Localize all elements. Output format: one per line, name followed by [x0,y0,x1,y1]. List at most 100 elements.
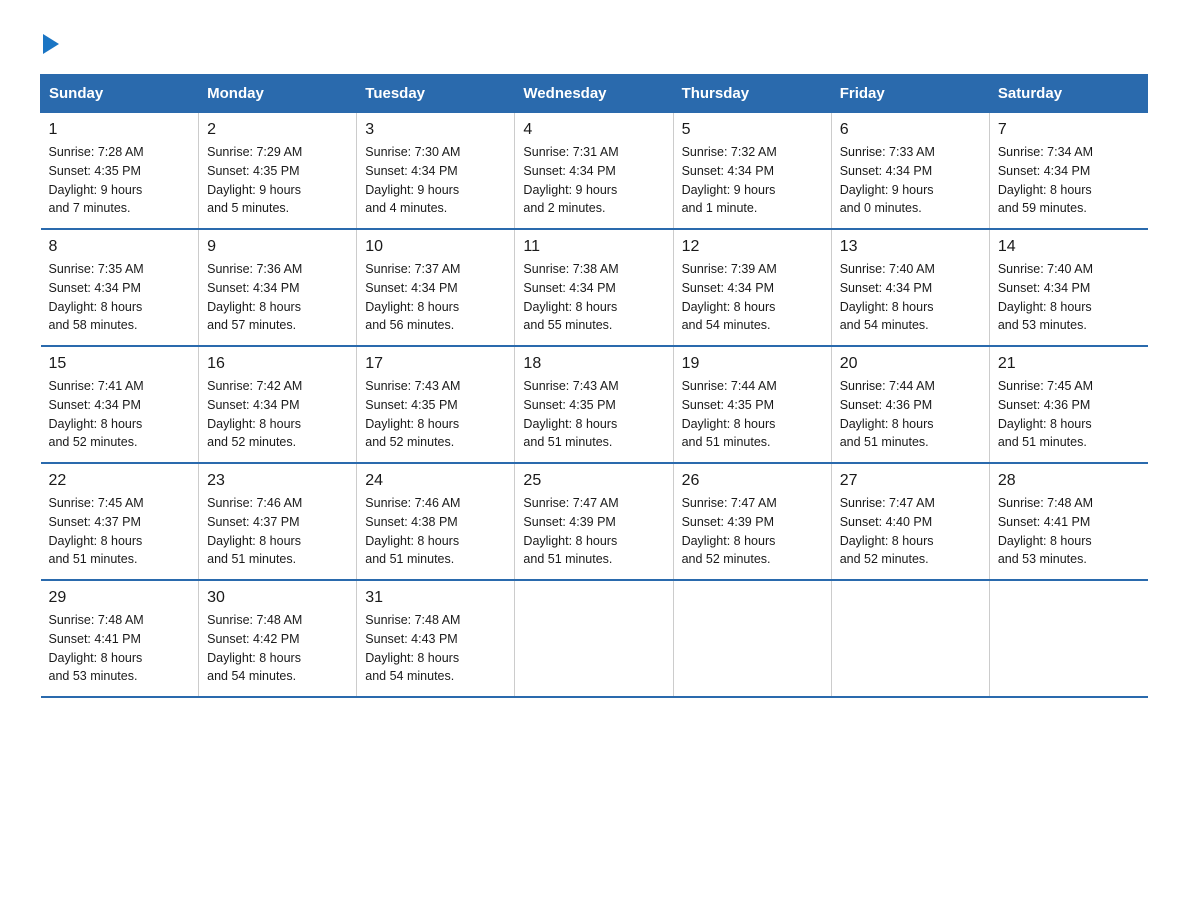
calendar-cell: 24 Sunrise: 7:46 AMSunset: 4:38 PMDayligh… [357,463,515,580]
calendar-cell: 11Sunrise: 7:38 AMSunset: 4:34 PMDayligh… [515,229,673,346]
day-info: Sunrise: 7:48 AMSunset: 4:41 PMDaylight:… [49,611,191,686]
calendar-cell: 2 Sunrise: 7:29 AMSunset: 4:35 PMDaylight… [199,113,357,230]
day-info: Sunrise: 7:48 AMSunset: 4:41 PMDaylight:… [998,494,1140,569]
day-number: 3 [365,121,506,139]
calendar-cell [831,580,989,697]
calendar-week-row: 1 Sunrise: 7:28 AMSunset: 4:35 PMDaylight… [41,113,1148,230]
calendar-header-thursday: Thursday [673,75,831,113]
calendar-cell: 18Sunrise: 7:43 AMSunset: 4:35 PMDayligh… [515,346,673,463]
calendar-cell: 17 Sunrise: 7:43 AMSunset: 4:35 PMDayligh… [357,346,515,463]
calendar-cell: 28 Sunrise: 7:48 AMSunset: 4:41 PMDayligh… [989,463,1147,580]
day-info: Sunrise: 7:40 AMSunset: 4:34 PMDaylight:… [840,260,981,335]
day-info: Sunrise: 7:46 AMSunset: 4:38 PMDaylight:… [365,494,506,569]
calendar-cell: 30 Sunrise: 7:48 AMSunset: 4:42 PMDayligh… [199,580,357,697]
calendar-header-tuesday: Tuesday [357,75,515,113]
day-number: 25 [523,472,664,490]
day-number: 13 [840,238,981,256]
day-info: Sunrise: 7:46 AMSunset: 4:37 PMDaylight:… [207,494,348,569]
day-number: 30 [207,589,348,607]
day-number: 11 [523,238,664,256]
day-number: 1 [49,121,191,139]
calendar-cell: 14 Sunrise: 7:40 AMSunset: 4:34 PMDayligh… [989,229,1147,346]
day-number: 8 [49,238,191,256]
day-number: 23 [207,472,348,490]
day-info: Sunrise: 7:45 AMSunset: 4:37 PMDaylight:… [49,494,191,569]
day-number: 20 [840,355,981,373]
day-info: Sunrise: 7:44 AMSunset: 4:35 PMDaylight:… [682,377,823,452]
day-number: 12 [682,238,823,256]
calendar-cell: 7 Sunrise: 7:34 AMSunset: 4:34 PMDaylight… [989,113,1147,230]
calendar-week-row: 29 Sunrise: 7:48 AMSunset: 4:41 PMDayligh… [41,580,1148,697]
day-number: 19 [682,355,823,373]
calendar-week-row: 15 Sunrise: 7:41 AMSunset: 4:34 PMDayligh… [41,346,1148,463]
calendar-cell: 13 Sunrise: 7:40 AMSunset: 4:34 PMDayligh… [831,229,989,346]
day-info: Sunrise: 7:45 AMSunset: 4:36 PMDaylight:… [998,377,1140,452]
day-info: Sunrise: 7:30 AMSunset: 4:34 PMDaylight:… [365,143,506,218]
day-info: Sunrise: 7:36 AMSunset: 4:34 PMDaylight:… [207,260,348,335]
calendar-header-wednesday: Wednesday [515,75,673,113]
day-number: 7 [998,121,1140,139]
calendar-cell: 29 Sunrise: 7:48 AMSunset: 4:41 PMDayligh… [41,580,199,697]
calendar-cell: 19 Sunrise: 7:44 AMSunset: 4:35 PMDayligh… [673,346,831,463]
calendar-cell: 5Sunrise: 7:32 AMSunset: 4:34 PMDaylight… [673,113,831,230]
calendar-cell: 10Sunrise: 7:37 AMSunset: 4:34 PMDayligh… [357,229,515,346]
calendar-week-row: 22 Sunrise: 7:45 AMSunset: 4:37 PMDayligh… [41,463,1148,580]
calendar-cell: 25 Sunrise: 7:47 AMSunset: 4:39 PMDayligh… [515,463,673,580]
calendar-header-monday: Monday [199,75,357,113]
day-info: Sunrise: 7:29 AMSunset: 4:35 PMDaylight:… [207,143,348,218]
calendar-cell: 20 Sunrise: 7:44 AMSunset: 4:36 PMDayligh… [831,346,989,463]
calendar-cell: 21 Sunrise: 7:45 AMSunset: 4:36 PMDayligh… [989,346,1147,463]
day-number: 16 [207,355,348,373]
page-header [40,30,1148,54]
day-info: Sunrise: 7:43 AMSunset: 4:35 PMDaylight:… [523,377,664,452]
day-info: Sunrise: 7:40 AMSunset: 4:34 PMDaylight:… [998,260,1140,335]
calendar-cell: 12 Sunrise: 7:39 AMSunset: 4:34 PMDayligh… [673,229,831,346]
calendar-cell: 31Sunrise: 7:48 AMSunset: 4:43 PMDayligh… [357,580,515,697]
day-info: Sunrise: 7:43 AMSunset: 4:35 PMDaylight:… [365,377,506,452]
day-info: Sunrise: 7:35 AMSunset: 4:34 PMDaylight:… [49,260,191,335]
day-number: 15 [49,355,191,373]
calendar-cell: 23 Sunrise: 7:46 AMSunset: 4:37 PMDayligh… [199,463,357,580]
day-info: Sunrise: 7:47 AMSunset: 4:40 PMDaylight:… [840,494,981,569]
day-number: 24 [365,472,506,490]
day-number: 22 [49,472,191,490]
calendar-header-row: SundayMondayTuesdayWednesdayThursdayFrid… [41,75,1148,113]
calendar-header-saturday: Saturday [989,75,1147,113]
calendar-table: SundayMondayTuesdayWednesdayThursdayFrid… [40,74,1148,698]
calendar-cell: 22 Sunrise: 7:45 AMSunset: 4:37 PMDayligh… [41,463,199,580]
day-info: Sunrise: 7:32 AMSunset: 4:34 PMDaylight:… [682,143,823,218]
calendar-header-friday: Friday [831,75,989,113]
calendar-cell: 1 Sunrise: 7:28 AMSunset: 4:35 PMDaylight… [41,113,199,230]
day-number: 14 [998,238,1140,256]
day-info: Sunrise: 7:33 AMSunset: 4:34 PMDaylight:… [840,143,981,218]
day-number: 28 [998,472,1140,490]
day-number: 21 [998,355,1140,373]
day-number: 17 [365,355,506,373]
day-info: Sunrise: 7:34 AMSunset: 4:34 PMDaylight:… [998,143,1140,218]
day-number: 4 [523,121,664,139]
day-info: Sunrise: 7:39 AMSunset: 4:34 PMDaylight:… [682,260,823,335]
day-info: Sunrise: 7:28 AMSunset: 4:35 PMDaylight:… [49,143,191,218]
day-number: 26 [682,472,823,490]
day-info: Sunrise: 7:48 AMSunset: 4:42 PMDaylight:… [207,611,348,686]
day-info: Sunrise: 7:44 AMSunset: 4:36 PMDaylight:… [840,377,981,452]
calendar-cell: 26Sunrise: 7:47 AMSunset: 4:39 PMDayligh… [673,463,831,580]
day-number: 10 [365,238,506,256]
day-info: Sunrise: 7:41 AMSunset: 4:34 PMDaylight:… [49,377,191,452]
day-number: 6 [840,121,981,139]
calendar-week-row: 8 Sunrise: 7:35 AMSunset: 4:34 PMDaylight… [41,229,1148,346]
calendar-cell [989,580,1147,697]
day-number: 29 [49,589,191,607]
day-number: 31 [365,589,506,607]
calendar-cell: 4Sunrise: 7:31 AMSunset: 4:34 PMDaylight… [515,113,673,230]
calendar-header-sunday: Sunday [41,75,199,113]
day-number: 2 [207,121,348,139]
logo [40,30,59,54]
calendar-cell: 6 Sunrise: 7:33 AMSunset: 4:34 PMDaylight… [831,113,989,230]
calendar-cell: 16Sunrise: 7:42 AMSunset: 4:34 PMDayligh… [199,346,357,463]
calendar-cell [673,580,831,697]
day-info: Sunrise: 7:47 AMSunset: 4:39 PMDaylight:… [523,494,664,569]
calendar-cell: 9Sunrise: 7:36 AMSunset: 4:34 PMDaylight… [199,229,357,346]
calendar-cell: 3 Sunrise: 7:30 AMSunset: 4:34 PMDaylight… [357,113,515,230]
calendar-cell: 8 Sunrise: 7:35 AMSunset: 4:34 PMDaylight… [41,229,199,346]
